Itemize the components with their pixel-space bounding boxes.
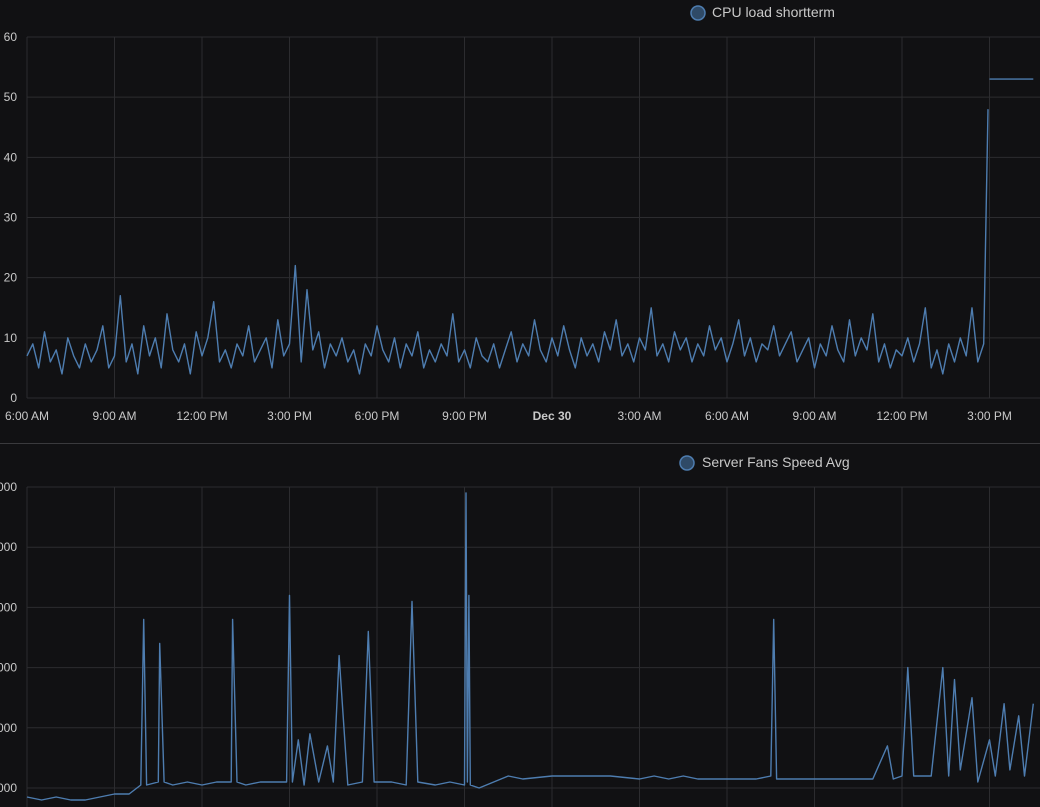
cpu-x-tick-label: 9:00 PM [442, 409, 487, 423]
panel-divider [0, 443, 1040, 444]
cpu-x-tick-label: 6:00 AM [5, 409, 49, 423]
fan-y-tick-label: 000 [0, 661, 17, 675]
fan-legend: Server Fans Speed Avg [679, 454, 850, 471]
fan-series-line [26, 492, 1034, 801]
cpu-y-tick-label: 40 [4, 150, 18, 164]
cpu-x-tick-label: 6:00 AM [705, 409, 749, 423]
cpu-y-tick-label: 20 [4, 271, 18, 285]
cpu-legend: CPU load shortterm [690, 4, 835, 21]
cpu-x-tick-label: 6:00 PM [355, 409, 400, 423]
cpu-y-tick-label: 30 [4, 211, 18, 225]
cpu-x-tick-label: 12:00 PM [876, 409, 927, 423]
fan-y-tick-label: 000 [0, 781, 17, 795]
cpu-x-tick-label: 9:00 AM [792, 409, 836, 423]
cpu-x-tick-label: 3:00 PM [967, 409, 1012, 423]
cpu-y-tick-label: 60 [4, 30, 18, 44]
cpu-x-tick-label: 3:00 PM [267, 409, 312, 423]
cpu-y-tick-label: 0 [10, 391, 17, 405]
cpu-x-tick-label: 9:00 AM [92, 409, 136, 423]
fan-legend-marker [679, 455, 695, 471]
cpu-series-line [26, 109, 989, 375]
cpu-legend-marker [690, 5, 706, 21]
cpu-y-tick-label: 10 [4, 331, 18, 345]
fan-y-tick-label: 000 [0, 600, 17, 614]
fan-y-tick-label: 000 [0, 480, 17, 494]
cpu-legend-label: CPU load shortterm [712, 4, 835, 20]
cpu-x-tick-label: Dec 30 [533, 409, 572, 423]
cpu-y-tick-label: 50 [4, 90, 18, 104]
cpu-load-chart: 0 10 20 30 40 50 60 6:00 AM 9:00 AM 12:00 PM 3:00 … [4, 4, 1040, 423]
fan-y-tick-label: 000 [0, 540, 17, 554]
fan-y-tick-label: 000 [0, 721, 17, 735]
cpu-grid [26, 36, 1040, 399]
fan-speed-chart: 000 000 000 000 000 000 Server Fans Speed Avg [0, 454, 1040, 807]
cpu-x-tick-label: 12:00 PM [176, 409, 227, 423]
fan-legend-label: Server Fans Speed Avg [702, 454, 850, 470]
fan-grid [26, 486, 1040, 807]
cpu-x-tick-label: 3:00 AM [617, 409, 661, 423]
dashboard: 0 10 20 30 40 50 60 6:00 AM 9:00 AM 12:00 PM 3:00 … [0, 0, 1040, 807]
